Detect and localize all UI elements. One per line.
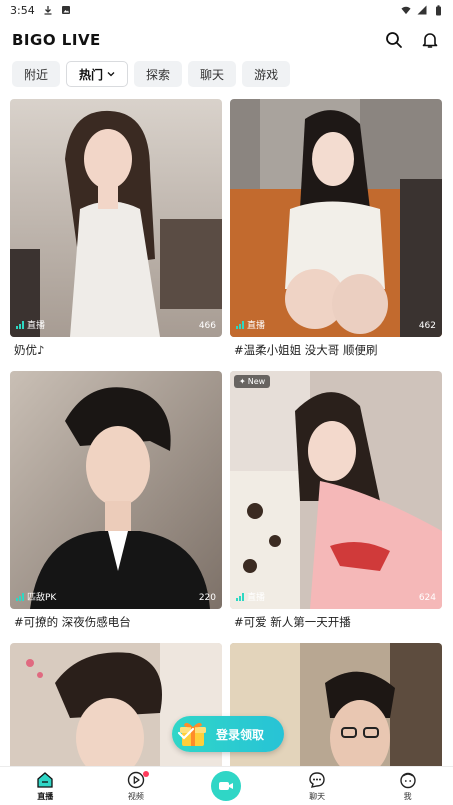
live-badge: 直播 — [236, 318, 265, 331]
login-reward-button[interactable]: 登录领取 — [172, 716, 284, 752]
live-badge: 直播 — [16, 318, 45, 331]
nav-go-live[interactable] — [181, 767, 272, 805]
stream-thumbnail[interactable]: 匹敌PK 220 — [10, 371, 222, 609]
nav-label: 聊天 — [309, 791, 326, 801]
nav-label: 视频 — [127, 791, 144, 801]
stream-thumbnail[interactable]: 直播 466 — [10, 99, 222, 337]
profile-icon — [399, 771, 417, 789]
stream-thumbnail[interactable] — [10, 643, 222, 783]
new-tag-label: New — [247, 377, 266, 386]
nav-me[interactable]: 我 — [362, 767, 453, 805]
signal-bars-icon — [236, 320, 244, 329]
home-live-icon — [36, 771, 54, 789]
wifi-icon — [401, 5, 411, 15]
gift-box-icon — [176, 719, 210, 749]
stream-card[interactable]: 直播 462 #温柔小姐姐 没大哥 顺便刷 — [230, 99, 442, 363]
viewer-count: 462 — [418, 321, 436, 331]
camera-icon — [211, 771, 242, 801]
status-bar: 3:54 — [0, 0, 453, 20]
badge-label: 匹敌PK — [27, 593, 57, 603]
status-time: 3:54 — [10, 3, 35, 17]
stream-card[interactable] — [230, 643, 442, 783]
tab-label: 探索 — [146, 67, 171, 82]
signal-bars-icon — [236, 592, 244, 601]
tab-explore[interactable]: 探索 — [134, 61, 183, 87]
new-tag: ✦ New — [234, 375, 271, 388]
notification-dot — [143, 771, 150, 777]
live-badge: 匹敌PK — [16, 590, 56, 603]
battery-icon — [433, 4, 443, 15]
viewer-count: 624 — [418, 593, 436, 603]
badge-label: 直播 — [247, 593, 266, 603]
signal-icon — [417, 5, 427, 15]
stream-thumbnail[interactable]: ✦ New 直播 624 — [230, 371, 442, 609]
stream-photo — [10, 371, 222, 609]
promo-label: 登录领取 — [216, 727, 265, 742]
tab-nearby[interactable]: 附近 — [12, 61, 61, 87]
tab-label: 聊天 — [200, 67, 225, 82]
bell-icon[interactable] — [419, 29, 441, 51]
brand-logo: BIGO LIVE — [12, 31, 101, 49]
app-header: BIGO LIVE — [0, 22, 453, 58]
sparkle-icon: ✦ — [239, 377, 246, 386]
tab-label: 热门 — [79, 67, 104, 82]
stream-caption: #可撩的 深夜伤感电台 — [14, 615, 131, 629]
nav-video[interactable]: 视频 — [91, 767, 182, 805]
stream-caption: #可爱 新人第一天开播 — [234, 615, 351, 629]
nav-label: 我 — [403, 791, 412, 801]
tab-label: 游戏 — [254, 67, 279, 82]
stream-card[interactable] — [10, 643, 222, 783]
nav-label: 直播 — [37, 791, 54, 801]
badge-label: 直播 — [247, 321, 266, 331]
stream-photo — [230, 371, 442, 609]
bottom-navigation: 直播 视频 聊天 我 — [0, 766, 453, 805]
stream-photo — [10, 99, 222, 337]
stream-card[interactable]: 匹敌PK 220 #可撩的 深夜伤感电台 — [10, 371, 222, 635]
category-tabs: 附近 热门 探索 聊天 游戏 — [12, 61, 291, 87]
tab-chat[interactable]: 聊天 — [188, 61, 237, 87]
chat-bubble-icon — [308, 771, 326, 789]
tab-games[interactable]: 游戏 — [242, 61, 291, 87]
nav-chat[interactable]: 聊天 — [272, 767, 363, 805]
viewer-count: 466 — [198, 321, 216, 331]
nav-live[interactable]: 直播 — [0, 767, 91, 805]
tab-label: 附近 — [24, 67, 49, 82]
stream-card[interactable]: 直播 466 奶优♪ — [10, 99, 222, 363]
viewer-count: 220 — [198, 593, 216, 603]
stream-card[interactable]: ✦ New 直播 624 #可爱 新人第一天开播 — [230, 371, 442, 635]
stream-thumbnail[interactable]: 直播 462 — [230, 99, 442, 337]
search-icon[interactable] — [383, 29, 405, 51]
stream-photo — [10, 643, 222, 783]
chevron-down-icon — [107, 72, 115, 77]
tab-popular[interactable]: 热门 — [66, 61, 129, 87]
stream-thumbnail[interactable] — [230, 643, 442, 783]
signal-bars-icon — [16, 320, 24, 329]
live-stream-grid: 直播 466 奶优♪ 直播 462 #温柔小姐姐 没大哥 顺便刷 匹敌PK 22… — [10, 99, 443, 791]
download-icon — [43, 5, 53, 15]
stream-caption: #温柔小姐姐 没大哥 顺便刷 — [234, 343, 378, 357]
live-badge: 直播 — [236, 590, 265, 603]
image-notification-icon — [61, 5, 71, 15]
signal-bars-icon — [16, 592, 24, 601]
stream-photo — [230, 99, 442, 337]
badge-label: 直播 — [27, 321, 46, 331]
stream-photo — [230, 643, 442, 783]
stream-caption: 奶优♪ — [14, 343, 45, 357]
